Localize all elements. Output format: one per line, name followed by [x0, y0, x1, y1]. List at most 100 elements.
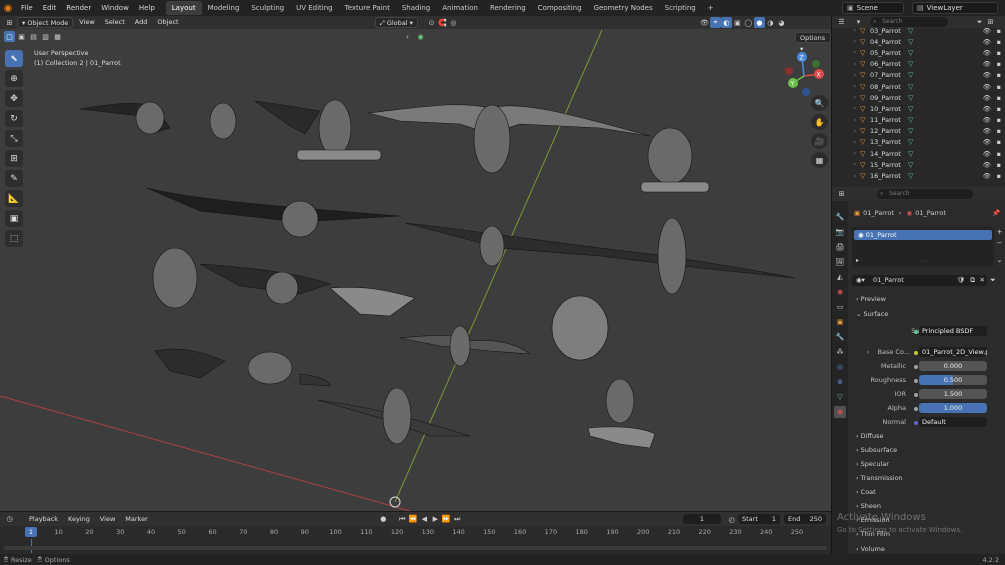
tab-sculpting[interactable]: Sculpting [245, 1, 290, 15]
constraints-tab-icon[interactable]: ⊗ [834, 376, 846, 388]
modifier-tab-icon[interactable]: 🔧 [834, 331, 846, 343]
tab-uv-editing[interactable]: UV Editing [290, 1, 339, 15]
slot-list-expand-icon[interactable]: ▸ [856, 257, 859, 264]
outliner-row[interactable]: › ▽ 09_Parrot ▽ 👁 ▪ [832, 92, 1005, 103]
outliner-row[interactable]: › ▽ 15_Parrot ▽ 👁 ▪ [832, 159, 1005, 170]
metallic-slider[interactable]: 0.000 [919, 361, 987, 371]
keyframe-record-icon[interactable]: ● [378, 514, 389, 525]
tab-layout[interactable]: Layout [165, 1, 202, 15]
playhead[interactable]: 1 [25, 527, 37, 537]
outliner-row[interactable]: › ▽ 08_Parrot ▽ 👁 ▪ [832, 81, 1005, 92]
timeline-editor-icon[interactable]: ◷ [4, 514, 15, 525]
tab-compositing[interactable]: Compositing [532, 1, 588, 15]
outliner-row[interactable]: › ▽ 07_Parrot ▽ 👁 ▪ [832, 70, 1005, 81]
tab-shading[interactable]: Shading [396, 1, 436, 15]
material-datablock-selector[interactable]: ◉▾ 01_Parrot 🛡 ⧉ ✕ [852, 275, 987, 286]
normal-field[interactable]: Default [919, 417, 987, 427]
menu-file[interactable]: File [16, 0, 38, 16]
add-workspace-button[interactable]: + [702, 1, 720, 15]
outliner-row[interactable]: › ▽ 16_Parrot ▽ 👁 ▪ [832, 170, 1005, 181]
outliner-row[interactable]: › ▽ 04_Parrot ▽ 👁 ▪ [832, 36, 1005, 47]
particles-tab-icon[interactable]: ⁂ [834, 346, 846, 358]
view-layer-selector[interactable]: ▤ ViewLayer [912, 2, 998, 14]
outliner-row[interactable]: › ▽ 03_Parrot ▽ 👁 ▪ [832, 25, 1005, 36]
fake-user-icon[interactable]: 🛡 [957, 275, 965, 286]
tab-scripting[interactable]: Scripting [659, 1, 702, 15]
blender-logo-icon[interactable]: ◉ [0, 0, 16, 16]
transmission-section[interactable]: › Transmission [856, 474, 903, 482]
menu-render[interactable]: Render [61, 0, 96, 16]
scene-selector[interactable]: ▣ Scene [842, 2, 904, 14]
menu-edit[interactable]: Edit [38, 0, 62, 16]
outliner-row[interactable]: › ▽ 11_Parrot ▽ 👁 ▪ [832, 115, 1005, 126]
menu-playback[interactable]: Playback [25, 514, 62, 525]
surface-section[interactable]: ⌄ Surface [856, 310, 888, 318]
outliner-row[interactable]: › ▽ 14_Parrot ▽ 👁 ▪ [832, 148, 1005, 159]
data-tab-icon[interactable]: ▽ [834, 391, 846, 403]
roughness-slider[interactable]: 0.500 [919, 375, 987, 385]
output-tab-icon[interactable]: 🖨 [834, 241, 846, 253]
tab-animation[interactable]: Animation [436, 1, 484, 15]
end-frame-field[interactable]: End 250 [784, 514, 826, 524]
collection-tab-icon[interactable]: ▭ [834, 301, 846, 313]
base-color-texture-field[interactable]: 01_Parrot_2D_View.p... [919, 347, 987, 357]
remove-slot-icon[interactable]: − [995, 238, 1004, 247]
tab-rendering[interactable]: Rendering [484, 1, 532, 15]
node-link-icon[interactable]: ⏷ [990, 276, 996, 285]
physics-tab-icon[interactable]: ◎ [834, 361, 846, 373]
render-tab-icon[interactable]: 📷 [834, 226, 846, 238]
timeline-scrollbar[interactable] [4, 546, 827, 550]
tab-modeling[interactable]: Modeling [202, 1, 246, 15]
add-slot-icon[interactable]: + [995, 227, 1004, 236]
play-icon[interactable]: ▶ [430, 514, 441, 525]
diffuse-section[interactable]: › Diffuse [856, 432, 883, 440]
unlink-material-icon[interactable]: ✕ [980, 275, 985, 286]
properties-search-input[interactable]: ⌕ Search [877, 189, 973, 199]
start-frame-field[interactable]: Start 1 [738, 514, 780, 524]
breadcrumb-object[interactable]: 01_Parrot [863, 209, 894, 217]
scene-tab-icon[interactable]: ◭ [834, 271, 846, 283]
material-browse-icon[interactable]: ◉▾ [856, 276, 865, 284]
tool-tab-icon[interactable]: 🔧 [834, 211, 846, 223]
jump-start-icon[interactable]: ⏮ [397, 514, 408, 525]
next-keyframe-icon[interactable]: ⏩ [441, 514, 452, 525]
sheen-section[interactable]: › Sheen [856, 502, 881, 510]
outliner-row[interactable]: › ▽ 13_Parrot ▽ 👁 ▪ [832, 137, 1005, 148]
prev-keyframe-icon[interactable]: ⏪ [408, 514, 419, 525]
current-frame-field[interactable]: 1 [683, 514, 721, 524]
frame-ruler[interactable]: 1 10 20 30 40 50 60 70 80 90 100 110 120 130 140 150 16… [0, 527, 831, 539]
jump-end-icon[interactable]: ⏭ [452, 514, 463, 525]
material-tab-icon[interactable]: ◉ [834, 406, 846, 418]
view-layer-tab-icon[interactable]: 🖼 [834, 256, 846, 268]
slot-menu-icon[interactable]: ⌄ [995, 255, 1004, 264]
tab-geometry-nodes[interactable]: Geometry Nodes [588, 1, 659, 15]
3d-viewport[interactable]: ⊞ ▾ Object Mode View Select Add Object ⤢… [0, 16, 831, 511]
volume-section[interactable]: › Volume [856, 545, 885, 553]
breadcrumb-material[interactable]: 01_Parrot [915, 209, 946, 217]
material-slot-item[interactable]: ◉ 01_Parrot [854, 230, 992, 240]
menu-help[interactable]: Help [134, 0, 160, 16]
slot-list-resize-icon[interactable]: ⋯ [920, 258, 926, 265]
specular-section[interactable]: › Specular [856, 460, 889, 468]
surface-shader-field[interactable]: Principled BSDF [919, 326, 987, 336]
alpha-slider[interactable]: 1.000 [919, 403, 987, 413]
ior-field[interactable]: 1.500 [919, 389, 987, 399]
object-tab-icon[interactable]: ▣ [834, 316, 846, 328]
world-tab-icon[interactable]: ◉ [834, 286, 846, 298]
menu-window[interactable]: Window [96, 0, 134, 16]
menu-timeline-view[interactable]: View [96, 514, 119, 525]
menu-keying[interactable]: Keying [64, 514, 94, 525]
pin-icon[interactable]: 📌 [992, 209, 1000, 217]
coat-section[interactable]: › Coat [856, 488, 876, 496]
clock-icon[interactable]: ◴ [726, 514, 737, 525]
subsurface-section[interactable]: › Subsurface [856, 446, 897, 454]
outliner-row[interactable]: › ▽ 06_Parrot ▽ 👁 ▪ [832, 59, 1005, 70]
expand-chevron-icon[interactable]: › [867, 348, 870, 356]
outliner-row[interactable]: › ▽ 10_Parrot ▽ 👁 ▪ [832, 103, 1005, 114]
preview-section[interactable]: › Preview [856, 295, 886, 303]
duplicate-material-icon[interactable]: ⧉ [970, 275, 975, 286]
play-reverse-icon[interactable]: ◀ [419, 514, 430, 525]
outliner-row[interactable]: › ▽ 05_Parrot ▽ 👁 ▪ [832, 47, 1005, 58]
menu-marker[interactable]: Marker [121, 514, 151, 525]
outliner-row[interactable]: › ▽ 12_Parrot ▽ 👁 ▪ [832, 126, 1005, 137]
